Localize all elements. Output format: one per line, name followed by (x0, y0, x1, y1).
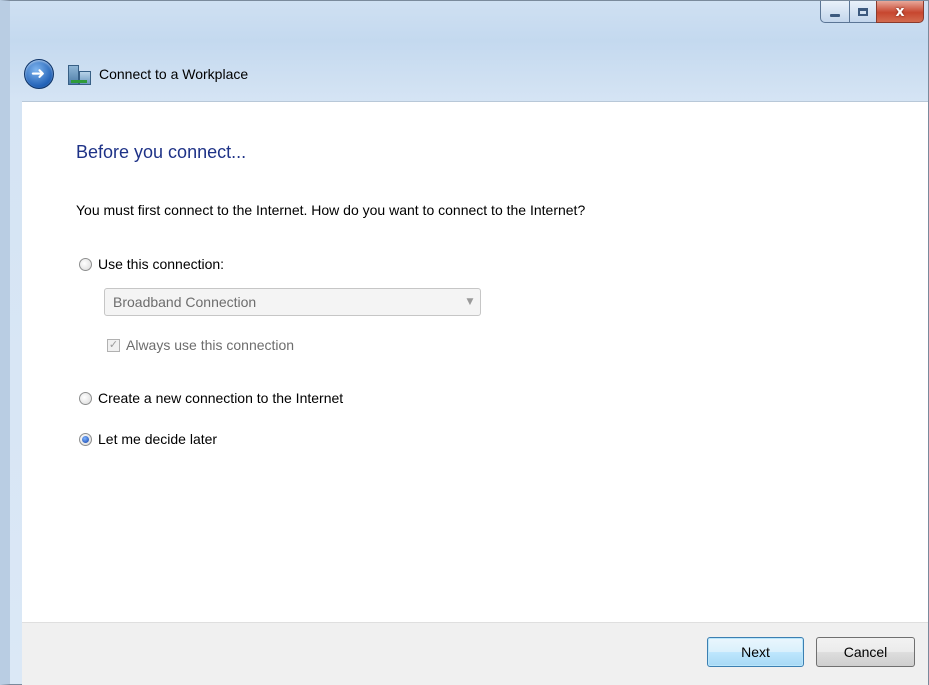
radio-let-me-decide-later[interactable]: Let me decide later (79, 431, 217, 447)
checkbox-label: Always use this connection (126, 337, 295, 353)
wizard-title: Connect to a Workplace (99, 66, 249, 82)
title-bar[interactable]: x (10, 1, 928, 47)
caption-buttons: x (820, 1, 924, 23)
wizard-footer: Next Cancel (22, 622, 928, 685)
minimize-button[interactable] (820, 1, 849, 23)
minimize-icon (830, 13, 840, 17)
cancel-button[interactable]: Cancel (816, 637, 915, 667)
radio-create-new-connection[interactable]: Create a new connection to the Internet (79, 390, 343, 406)
wizard-window: x ➜ Connect to a Workplace Before you co… (0, 0, 929, 685)
radio-label: Use this connection: (98, 256, 225, 272)
maximize-icon (858, 7, 868, 16)
radio-button[interactable] (79, 391, 92, 405)
dropdown-value: Broadband Connection (113, 294, 257, 310)
checkbox[interactable]: ✓ (107, 338, 120, 352)
connection-dropdown[interactable]: Broadband Connection ▼ (104, 288, 481, 316)
close-button[interactable]: x (876, 1, 924, 23)
radio-use-this-connection[interactable]: Use this connection: (79, 256, 224, 272)
always-use-checkbox[interactable]: ✓ Always use this connection (107, 337, 294, 353)
wizard-content: Before you connect... You must first con… (22, 101, 928, 622)
wizard-header: ➜ Connect to a Workplace (24, 59, 248, 89)
back-button[interactable]: ➜ (24, 59, 54, 89)
radio-label: Let me decide later (98, 431, 218, 447)
radio-label: Create a new connection to the Internet (98, 390, 344, 406)
page-heading: Before you connect... (76, 142, 247, 162)
close-icon: x (895, 3, 905, 20)
instruction-text: You must first connect to the Internet. … (76, 202, 586, 218)
maximize-button[interactable] (849, 1, 876, 23)
radio-button[interactable] (79, 432, 92, 446)
chevron-down-icon: ▼ (466, 297, 474, 307)
radio-button[interactable] (79, 257, 92, 271)
next-button[interactable]: Next (707, 637, 804, 667)
back-arrow-icon: ➜ (30, 63, 46, 84)
connect-to-workplace-icon (68, 63, 91, 85)
